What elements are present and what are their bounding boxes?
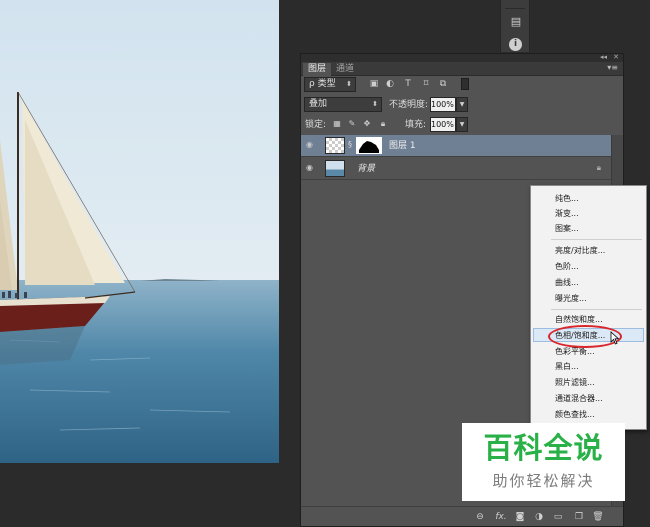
right-tool-strip: ▤ i xyxy=(500,0,530,52)
sailboat-photo xyxy=(0,0,279,463)
menu-item-levels[interactable]: 色阶... xyxy=(555,260,579,273)
collapse-icon[interactable]: ◂◂ xyxy=(600,53,607,61)
mouse-pointer-icon xyxy=(610,331,620,345)
add-mask-icon[interactable]: ◙ xyxy=(513,510,527,524)
close-icon[interactable]: ✕ xyxy=(613,53,619,61)
folder-icon[interactable]: ▭ xyxy=(551,510,565,524)
panel-tabs: 图层 通道 ▾≡ xyxy=(301,62,623,76)
filter-type-dropdown[interactable]: ρ 类型 ⬍ xyxy=(304,77,356,92)
watermark-title: 百科全说 xyxy=(483,431,604,465)
lock-brush-icon[interactable]: ✎ xyxy=(347,119,357,129)
lock-icon: 🔒︎ xyxy=(596,163,601,172)
fill-slider-button[interactable]: ▼ xyxy=(456,117,468,132)
blend-row: 叠加 ⬍ 不透明度: 100% ▼ xyxy=(301,96,623,116)
pixel-filter-icon[interactable]: ▣ xyxy=(368,78,380,90)
lock-row: 锁定: ▦ ✎ ✥ 🔒︎ 填充: 100% ▼ xyxy=(301,116,623,136)
opacity-input[interactable]: 100% xyxy=(430,97,456,112)
smart-object-filter-icon[interactable]: ⧉ xyxy=(437,78,449,90)
fx-button[interactable]: fx. xyxy=(494,510,508,524)
eye-icon[interactable]: ◉ xyxy=(306,164,316,172)
menu-separator xyxy=(551,239,642,240)
eye-icon[interactable]: ◉ xyxy=(306,141,316,149)
watermark-subtitle: 助你轻松解决 xyxy=(492,472,595,490)
menu-item-color-lookup[interactable]: 颜色查找... xyxy=(555,408,595,421)
filter-row: ρ 类型 ⬍ ▣ ◐ T ⌑ ⧉ xyxy=(301,76,623,96)
document-canvas[interactable] xyxy=(0,0,279,463)
menu-item-black-white[interactable]: 黑白... xyxy=(555,360,579,373)
opacity-slider-button[interactable]: ▼ xyxy=(456,97,468,112)
link-layers-icon[interactable]: ⊖ xyxy=(473,510,487,524)
watermark-logo: 百科全说 助你轻松解决 xyxy=(462,423,625,501)
menu-item-exposure[interactable]: 曝光度... xyxy=(555,292,587,305)
layer-row-background[interactable]: ◉ 背景 🔒︎ xyxy=(301,158,611,180)
blend-mode-dropdown[interactable]: 叠加 ⬍ xyxy=(304,97,382,112)
history-icon[interactable]: ▤ xyxy=(507,14,525,30)
tab-channels[interactable]: 通道 xyxy=(331,63,359,76)
menu-item-solid-color[interactable]: 纯色... xyxy=(555,192,579,205)
menu-item-pattern[interactable]: 图案... xyxy=(555,222,579,235)
shape-filter-icon[interactable]: ⌑ xyxy=(420,78,432,90)
strip-divider xyxy=(505,8,525,9)
chain-link-icon[interactable]: § xyxy=(348,140,352,149)
menu-item-curves[interactable]: 曲线... xyxy=(555,276,579,289)
new-layer-icon[interactable]: ❐ xyxy=(572,510,586,524)
background-thumbnail[interactable] xyxy=(325,160,345,177)
fill-input[interactable]: 100% xyxy=(430,117,456,132)
layer-mask-thumbnail[interactable] xyxy=(356,137,382,154)
menu-item-brightness-contrast[interactable]: 亮度/对比度... xyxy=(555,244,605,257)
panel-menu-icon[interactable]: ▾≡ xyxy=(607,63,618,72)
lock-all-icon[interactable]: 🔒︎ xyxy=(378,119,388,129)
layer-thumbnail[interactable] xyxy=(325,137,345,154)
menu-separator xyxy=(551,309,642,310)
menu-item-channel-mixer[interactable]: 通道混合器... xyxy=(555,392,603,405)
menu-item-vibrance[interactable]: 自然饱和度... xyxy=(555,313,603,326)
menu-item-photo-filter[interactable]: 照片滤镜... xyxy=(555,376,595,389)
menu-item-gradient[interactable]: 渐变... xyxy=(555,207,579,220)
layer-name[interactable]: 背景 xyxy=(357,162,375,176)
filter-type-label: ρ 类型 xyxy=(309,79,336,89)
info-icon[interactable]: i xyxy=(509,38,522,51)
lock-transparent-icon[interactable]: ▦ xyxy=(332,119,342,129)
adjustment-layer-icon[interactable]: ◑ xyxy=(532,510,546,524)
lock-position-icon[interactable]: ✥ xyxy=(362,119,372,129)
lock-label: 锁定: xyxy=(305,120,327,130)
type-filter-icon[interactable]: T xyxy=(402,78,414,90)
mask-shape-icon xyxy=(357,138,381,153)
adjustment-filter-icon[interactable]: ◐ xyxy=(384,78,396,90)
layer-name[interactable]: 图层 1 xyxy=(389,139,416,153)
tab-layers[interactable]: 图层 xyxy=(303,63,332,76)
panel-titlebar[interactable]: ◂◂ ✕ xyxy=(301,53,623,62)
chevron-down-icon: ⬍ xyxy=(372,100,378,108)
panel-footer: ⊖ fx. ◙ ◑ ▭ ❐ 🗑︎ xyxy=(301,506,623,526)
blend-mode-value: 叠加 xyxy=(309,99,328,109)
adjustment-layer-menu: 纯色... 渐变... 图案... 亮度/对比度... 色阶... 曲线... … xyxy=(530,185,647,430)
fill-label: 填充: xyxy=(405,120,427,130)
trash-icon[interactable]: 🗑︎ xyxy=(591,510,605,524)
opacity-label: 不透明度: xyxy=(389,100,429,110)
layer-row-layer1[interactable]: ◉ § 图层 1 xyxy=(301,135,611,157)
chevron-down-icon: ⬍ xyxy=(346,80,352,88)
filter-toggle-switch[interactable] xyxy=(461,78,469,90)
